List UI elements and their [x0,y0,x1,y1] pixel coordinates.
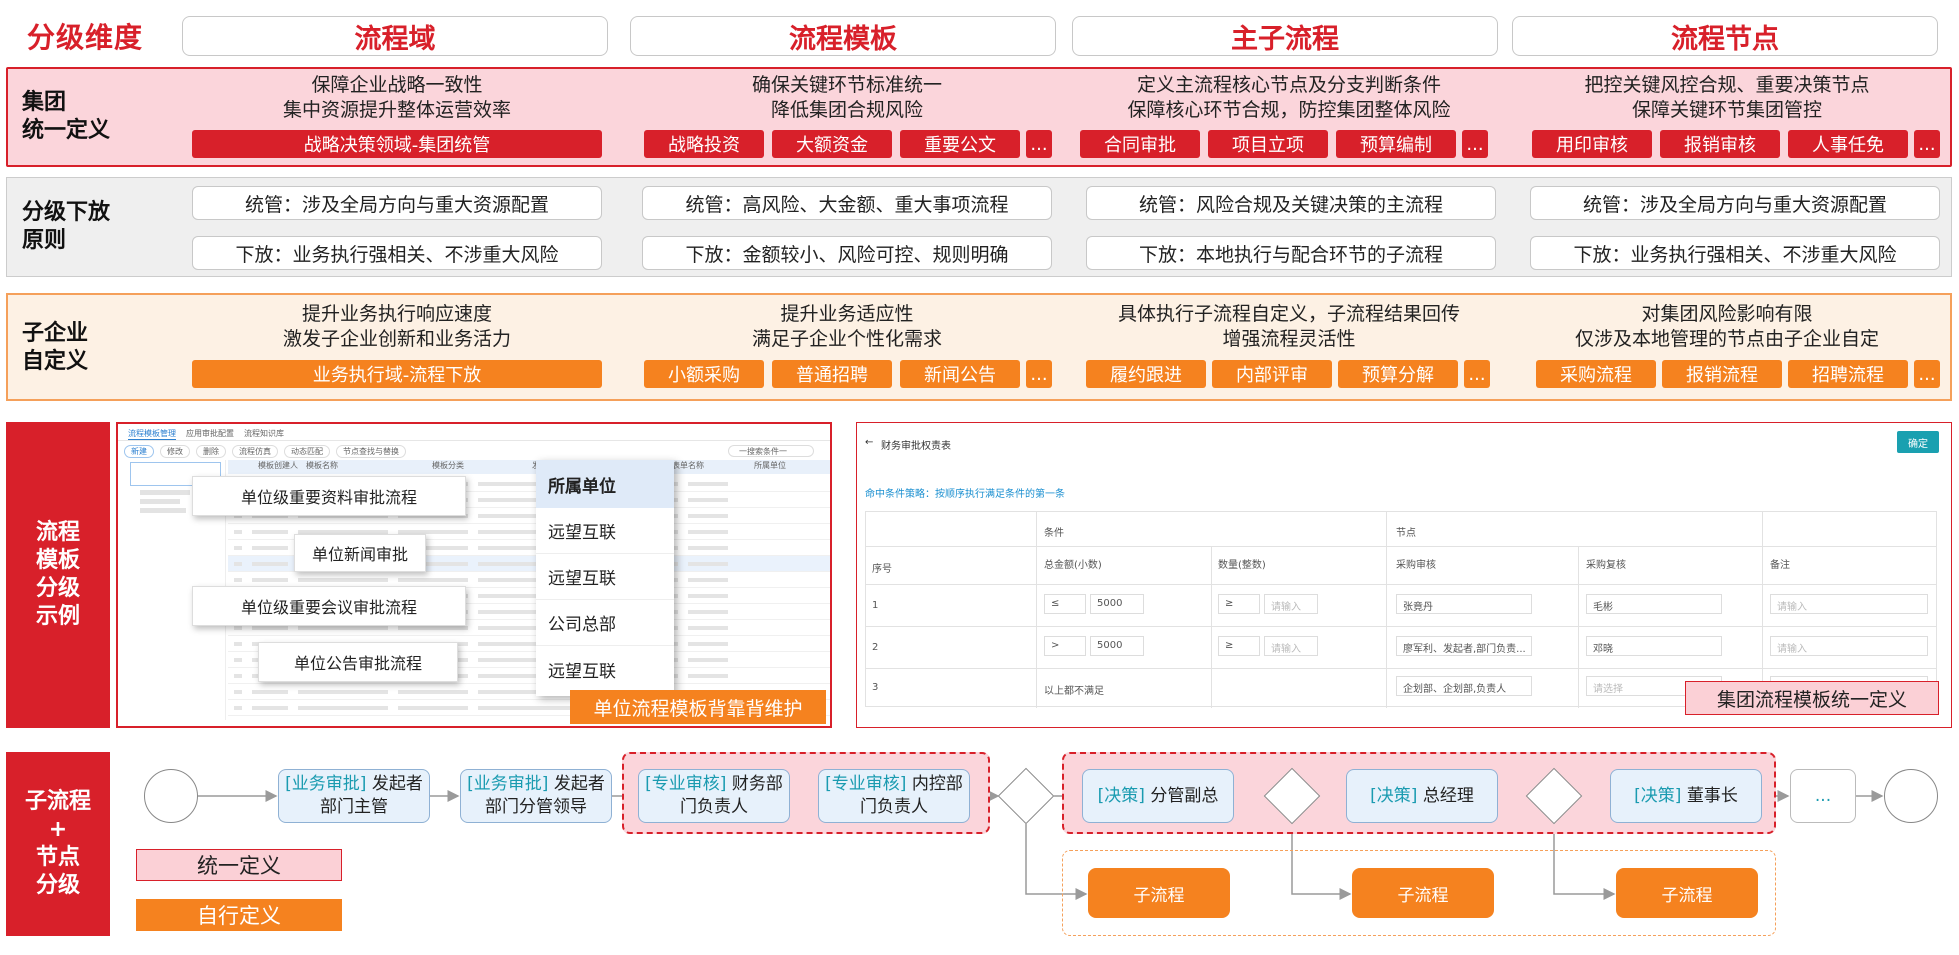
flow-node-gm[interactable]: [决策] 总经理 [1346,769,1498,823]
legend-self-defined: 自行定义 [136,899,342,931]
flow-node-dept-head[interactable]: [业务审批] 发起者部门主管 [278,769,430,823]
flow-node-more[interactable]: ... [1790,769,1856,823]
legend-unified: 统一定义 [136,849,342,881]
flow-node-dept-leader[interactable]: [业务审批] 发起者部门分管领导 [460,769,612,823]
start-event[interactable] [144,769,198,823]
subflow-box[interactable]: 子流程 [1616,868,1758,918]
flow-node-finance-head[interactable]: [专业审核] 财务部门负责人 [638,769,790,823]
end-event[interactable] [1884,769,1938,823]
flow-node-vp[interactable]: [决策] 分管副总 [1082,769,1234,823]
subflow-box[interactable]: 子流程 [1352,868,1494,918]
flow-node-control-head[interactable]: [专业审核] 内控部门负责人 [818,769,970,823]
flow-node-chairman[interactable]: [决策] 董事长 [1610,769,1762,823]
subflow-box[interactable]: 子流程 [1088,868,1230,918]
